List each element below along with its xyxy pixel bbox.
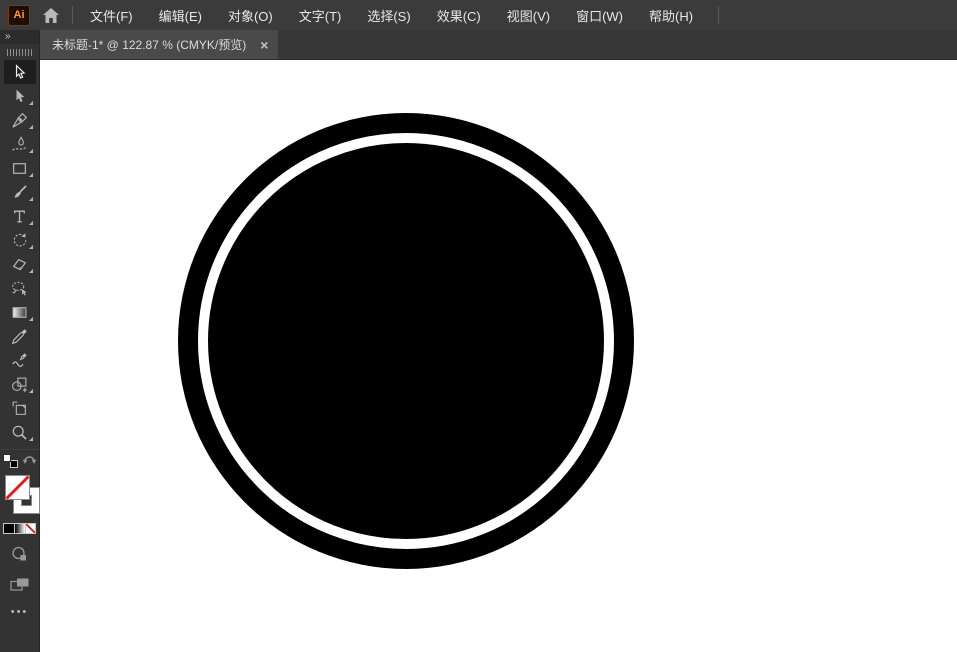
close-icon[interactable]: ×	[260, 37, 268, 53]
artwork-anchor-dot	[546, 165, 552, 171]
default-fill-stroke-button[interactable]	[3, 454, 18, 468]
direct-selection-tool[interactable]	[4, 84, 36, 108]
toolbar-divider	[0, 449, 40, 450]
screen-mode-button[interactable]	[5, 574, 35, 594]
menu-object[interactable]: 对象(O)	[215, 0, 286, 31]
main-menu: 文件(F) 编辑(E) 对象(O) 文字(T) 选择(S) 效果(C) 视图(V…	[77, 0, 706, 31]
menu-bar: Ai 文件(F) 编辑(E) 对象(O) 文字(T) 选择(S) 效果(C) 视…	[0, 0, 957, 30]
eyedropper-tool[interactable]	[4, 324, 36, 348]
tools-panel: »	[0, 30, 40, 652]
fill-stroke-indicator	[1, 475, 39, 515]
zoom-tool[interactable]	[4, 420, 36, 444]
color-button[interactable]	[3, 523, 14, 534]
artwork[interactable]	[40, 60, 956, 652]
document-tab-title: 未标题-1* @ 122.87 % (CMYK/预览)	[52, 36, 246, 53]
rotate-tool[interactable]	[4, 228, 36, 252]
curvature-tool[interactable]	[4, 132, 36, 156]
app-logo-icon[interactable]: Ai	[8, 5, 30, 26]
canvas[interactable]	[40, 60, 957, 652]
artwork-outer-disc[interactable]	[178, 113, 634, 569]
artboard-tool[interactable]	[4, 396, 36, 420]
gradient-tool[interactable]	[4, 300, 36, 324]
main-area: 未标题-1* @ 122.87 % (CMYK/预览) ×	[40, 30, 957, 652]
document-tab[interactable]: 未标题-1* @ 122.87 % (CMYK/预览) ×	[40, 30, 278, 59]
illustrator-window: Ai 文件(F) 编辑(E) 对象(O) 文字(T) 选择(S) 效果(C) 视…	[0, 0, 957, 652]
pen-tool[interactable]	[4, 108, 36, 132]
menu-file[interactable]: 文件(F)	[77, 0, 146, 31]
none-button[interactable]	[25, 523, 36, 534]
swap-fill-stroke-button[interactable]	[22, 452, 37, 470]
edit-toolbar-icon[interactable]: •••	[11, 606, 29, 618]
menu-effect[interactable]: 效果(C)	[424, 0, 494, 31]
expand-panel-icon[interactable]: »	[0, 30, 39, 44]
lasso-tool[interactable]	[4, 276, 36, 300]
menu-select[interactable]: 选择(S)	[354, 0, 423, 31]
menu-view[interactable]: 视图(V)	[494, 0, 563, 31]
shaper-tool[interactable]	[4, 348, 36, 372]
eraser-tool[interactable]	[4, 252, 36, 276]
paintbrush-tool[interactable]	[4, 180, 36, 204]
menu-edit[interactable]: 编辑(E)	[146, 0, 215, 31]
menu-separator	[72, 6, 73, 24]
selection-tool[interactable]	[4, 60, 36, 84]
shape-builder-tool[interactable]	[4, 372, 36, 396]
rectangle-tool[interactable]	[4, 156, 36, 180]
type-tool[interactable]	[4, 204, 36, 228]
menu-separator	[718, 6, 719, 24]
drawing-modes-button[interactable]	[5, 544, 35, 564]
panel-grip[interactable]	[7, 49, 33, 56]
color-type-buttons	[3, 523, 36, 534]
menu-window[interactable]: 窗口(W)	[563, 0, 636, 31]
menu-type[interactable]: 文字(T)	[286, 0, 355, 31]
document-tab-bar: 未标题-1* @ 122.87 % (CMYK/预览) ×	[40, 30, 957, 60]
menu-help[interactable]: 帮助(H)	[636, 0, 706, 31]
tool-list	[4, 60, 36, 444]
fill-swatch[interactable]	[5, 475, 30, 505]
gradient-button[interactable]	[14, 523, 25, 534]
home-icon[interactable]	[42, 7, 60, 24]
